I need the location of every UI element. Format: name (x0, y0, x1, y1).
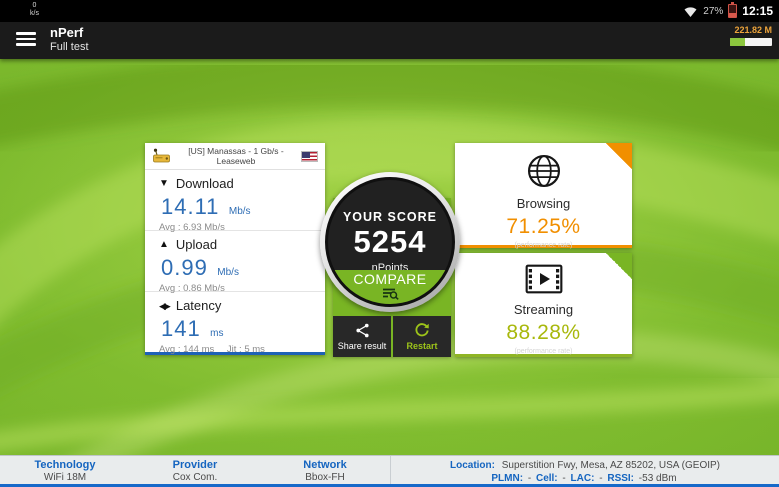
compare-label: COMPARE (328, 271, 452, 287)
share-result-label: Share result (338, 341, 387, 351)
score-actions: Share result Restart (333, 316, 451, 357)
share-result-button[interactable]: Share result (333, 316, 391, 357)
browsing-value: 71.25% (455, 215, 632, 239)
location-row: Location: Superstition Fwy, Mesa, AZ 852… (391, 459, 779, 472)
upload-label: Upload (176, 237, 217, 252)
clock: 12:15 (742, 4, 773, 18)
restart-button[interactable]: Restart (393, 316, 451, 357)
film-play-icon (524, 262, 564, 296)
download-section: ▼ Download 14.11 Mb/s Avg : 6.93 Mb/s (145, 170, 325, 231)
browsing-card: Browsing 71.25% (performance rate) (455, 143, 632, 248)
lac-label: LAC: (571, 473, 595, 484)
streaming-corner-ribbon (606, 253, 632, 279)
browsing-label: Browsing (455, 196, 632, 211)
restart-label: Restart (406, 341, 437, 351)
plmn-label: PLMN: (491, 473, 523, 484)
provider-info: Provider Cox Com. (130, 456, 260, 484)
location-value: Superstition Fwy, Mesa, AZ 85202, USA (G… (502, 460, 720, 471)
cell-label: Cell: (536, 473, 558, 484)
streaming-label: Streaming (455, 302, 632, 317)
connection-info-bar: Technology WiFi 18M Provider Cox Com. Ne… (0, 455, 779, 487)
plmn-value: - (528, 473, 531, 484)
upload-arrow-icon: ▲ (159, 240, 169, 250)
latency-average: Avg : 144 ms (159, 344, 214, 355)
location-info: Location: Superstition Fwy, Mesa, AZ 852… (390, 456, 779, 484)
streaming-value: 88.28% (455, 321, 632, 345)
upload-unit: Mb/s (217, 267, 239, 278)
network-value: Bbox-FH (260, 472, 390, 484)
wifi-icon (683, 5, 698, 18)
provider-label: Provider (130, 459, 260, 472)
menu-icon[interactable] (16, 32, 36, 48)
data-usage-value: 221.82 M (702, 25, 772, 36)
battery-icon (728, 4, 737, 18)
upload-value: 0.99 (161, 255, 208, 280)
share-icon (354, 322, 371, 339)
main-background: [US] Manassas - 1 Gb/s - Leaseweb ▼ Down… (0, 59, 779, 455)
latency-jitter: Jit : 5 ms (227, 344, 265, 355)
download-value: 14.11 (161, 194, 219, 219)
globe-icon (525, 152, 563, 190)
technology-value: WiFi 18M (0, 472, 130, 484)
data-usage-progressbar (730, 38, 772, 46)
server-icon (152, 148, 171, 164)
location-label: Location: (450, 460, 495, 471)
latency-section: ◀▶ Latency 141 ms Avg : 144 ms Jit : 5 m… (145, 292, 325, 351)
app-subtitle: Full test (50, 41, 89, 54)
compare-button[interactable]: COMPARE (328, 270, 452, 304)
streaming-card: Streaming 88.28% (performance rate) (455, 253, 632, 357)
nperf-app-screen: 0 k/s 27% 12:15 nPerf Full test 221.82 M (0, 0, 779, 487)
data-usage-counter: 221.82 M (702, 25, 772, 46)
latency-value: 141 (161, 316, 201, 341)
app-bar: nPerf Full test 221.82 M (0, 22, 779, 59)
rssi-value: -53 dBm (639, 473, 677, 484)
speedtest-results-card: [US] Manassas - 1 Gb/s - Leaseweb ▼ Down… (145, 143, 325, 355)
network-info: Network Bbox-FH (260, 456, 390, 484)
latency-unit: ms (210, 328, 223, 339)
technology-info: Technology WiFi 18M (0, 456, 130, 484)
restart-icon (413, 322, 431, 339)
download-label: Download (176, 176, 234, 191)
cellular-row: PLMN: - Cell: - LAC: - RSSI: -53 dBm (391, 472, 779, 485)
net-speed-unit: k/s (30, 10, 39, 18)
score-gauge: YOUR SCORE 5254 nPoints COMPARE (320, 172, 460, 312)
latency-arrows-icon: ◀▶ (159, 301, 169, 311)
provider-value: Cox Com. (130, 472, 260, 484)
server-selector[interactable]: [US] Manassas - 1 Gb/s - Leaseweb (145, 143, 325, 170)
rssi-label: RSSI: (607, 473, 634, 484)
browsing-note: (performance rate) (455, 242, 632, 249)
compare-ranking-icon (380, 287, 400, 300)
network-label: Network (260, 459, 390, 472)
cell-value: - (562, 473, 565, 484)
net-speed-indicator: 0 k/s (30, 2, 39, 18)
score-heading: YOUR SCORE (328, 210, 452, 224)
score-value: 5254 (328, 224, 452, 260)
streaming-note: (performance rate) (455, 348, 632, 355)
download-arrow-icon: ▼ (159, 179, 169, 189)
download-unit: Mb/s (229, 206, 251, 217)
lac-value: - (599, 473, 602, 484)
status-bar: 0 k/s 27% 12:15 (0, 0, 779, 22)
server-name: [US] Manassas - 1 Gb/s - Leaseweb (171, 146, 301, 166)
us-flag-icon (301, 151, 318, 162)
upload-section: ▲ Upload 0.99 Mb/s Avg : 0.86 Mb/s (145, 231, 325, 292)
technology-label: Technology (0, 459, 130, 472)
app-title: nPerf (50, 25, 89, 41)
browsing-corner-ribbon (606, 143, 632, 169)
net-speed-value: 0 (30, 2, 39, 10)
latency-label: Latency (176, 298, 222, 313)
battery-percent: 27% (703, 6, 723, 17)
